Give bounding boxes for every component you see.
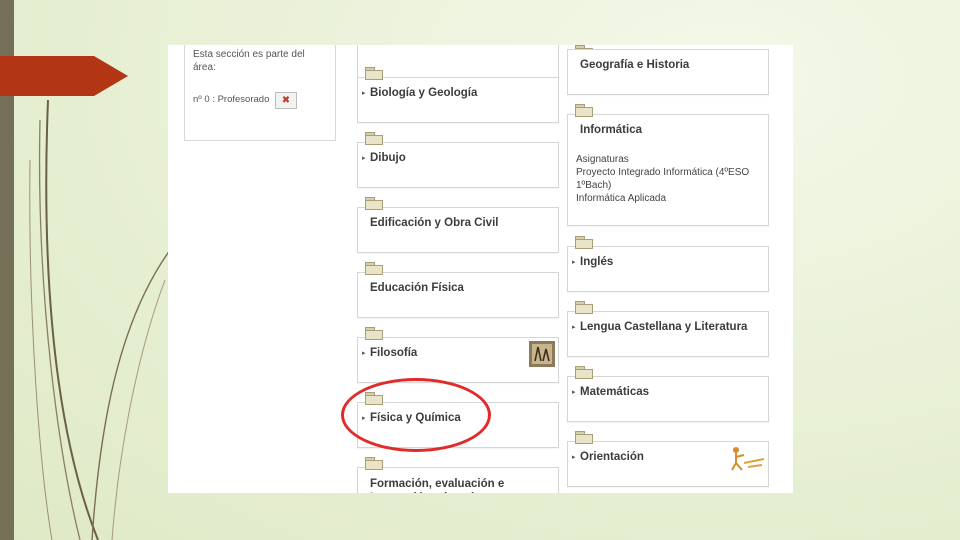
expand-arrow-icon[interactable]: ▸ xyxy=(572,388,576,396)
section-role: nº 0 : Profesorado xyxy=(193,94,270,105)
list-item[interactable]: Proyecto Integrado Informática (4ºESO xyxy=(576,166,749,179)
folder-icon xyxy=(365,327,383,340)
folder-icon xyxy=(575,104,593,117)
folder-icon xyxy=(365,197,383,210)
remove-button[interactable]: ✖ xyxy=(275,92,297,109)
course-categories-screenshot: Esta sección es parte del área: nº 0 : P… xyxy=(168,45,793,493)
highlight-circle xyxy=(341,378,491,452)
category-dibujo[interactable]: ▸ Dibujo xyxy=(357,132,559,188)
category-title[interactable]: Matemáticas xyxy=(580,386,649,398)
list-item[interactable]: Asignaturas xyxy=(576,153,749,166)
category-biologia[interactable]: ▸ Biología y Geología xyxy=(357,67,559,123)
category-card-top-left xyxy=(357,45,559,79)
philosophy-image-icon xyxy=(529,341,555,367)
category-informatica[interactable]: Informática Asignaturas Proyecto Integra… xyxy=(567,104,769,226)
category-title[interactable]: Geografía e Historia xyxy=(580,59,689,71)
category-matematicas[interactable]: ▸ Matemáticas xyxy=(567,366,769,422)
category-educacion-fisica[interactable]: Educación Física xyxy=(357,262,559,318)
category-title[interactable]: Dibujo xyxy=(370,152,406,164)
category-filosofia[interactable]: ▸ Filosofía xyxy=(357,327,559,383)
folder-icon xyxy=(365,457,383,470)
orientation-figure-icon xyxy=(731,447,765,471)
folder-icon xyxy=(575,431,593,444)
expand-arrow-icon[interactable]: ▸ xyxy=(572,258,576,266)
expand-arrow-icon[interactable]: ▸ xyxy=(362,89,366,97)
category-title[interactable]: Formación, evaluación e Innovación educa… xyxy=(370,477,550,493)
category-title[interactable]: Edificación y Obra Civil xyxy=(370,217,498,229)
category-geografia[interactable]: Geografía e Historia xyxy=(567,49,769,95)
folder-icon xyxy=(575,301,593,314)
folder-icon xyxy=(365,262,383,275)
section-description: Esta sección es parte del área: xyxy=(193,49,305,73)
category-formacion[interactable]: Formación, evaluación e Innovación educa… xyxy=(357,457,559,493)
category-title[interactable]: Informática xyxy=(580,124,642,136)
category-edificacion[interactable]: Edificación y Obra Civil xyxy=(357,197,559,253)
category-title[interactable]: Educación Física xyxy=(370,282,464,294)
category-lengua[interactable]: ▸ Lengua Castellana y Literatura xyxy=(567,301,769,357)
expand-arrow-icon[interactable]: ▸ xyxy=(572,453,576,461)
category-orientacion[interactable]: ▸ Orientación xyxy=(567,431,769,487)
category-title[interactable]: Orientación xyxy=(580,451,644,463)
category-ingles[interactable]: ▸ Inglés xyxy=(567,236,769,292)
category-items: Asignaturas Proyecto Integrado Informáti… xyxy=(576,153,749,205)
folder-icon xyxy=(575,236,593,249)
category-title[interactable]: Lengua Castellana y Literatura xyxy=(580,321,747,333)
expand-arrow-icon[interactable]: ▸ xyxy=(572,323,576,331)
category-title[interactable]: Filosofía xyxy=(370,347,417,359)
expand-arrow-icon[interactable]: ▸ xyxy=(362,349,366,357)
section-info-box: Esta sección es parte del área: nº 0 : P… xyxy=(184,45,336,141)
folder-icon xyxy=(365,132,383,145)
folder-icon xyxy=(365,67,383,80)
list-item[interactable]: Informática Aplicada xyxy=(576,192,749,205)
category-title[interactable]: Biología y Geología xyxy=(370,87,477,99)
expand-arrow-icon[interactable]: ▸ xyxy=(362,154,366,162)
list-item[interactable]: 1ºBach) xyxy=(576,179,749,192)
category-title[interactable]: Inglés xyxy=(580,256,613,268)
folder-icon xyxy=(575,366,593,379)
